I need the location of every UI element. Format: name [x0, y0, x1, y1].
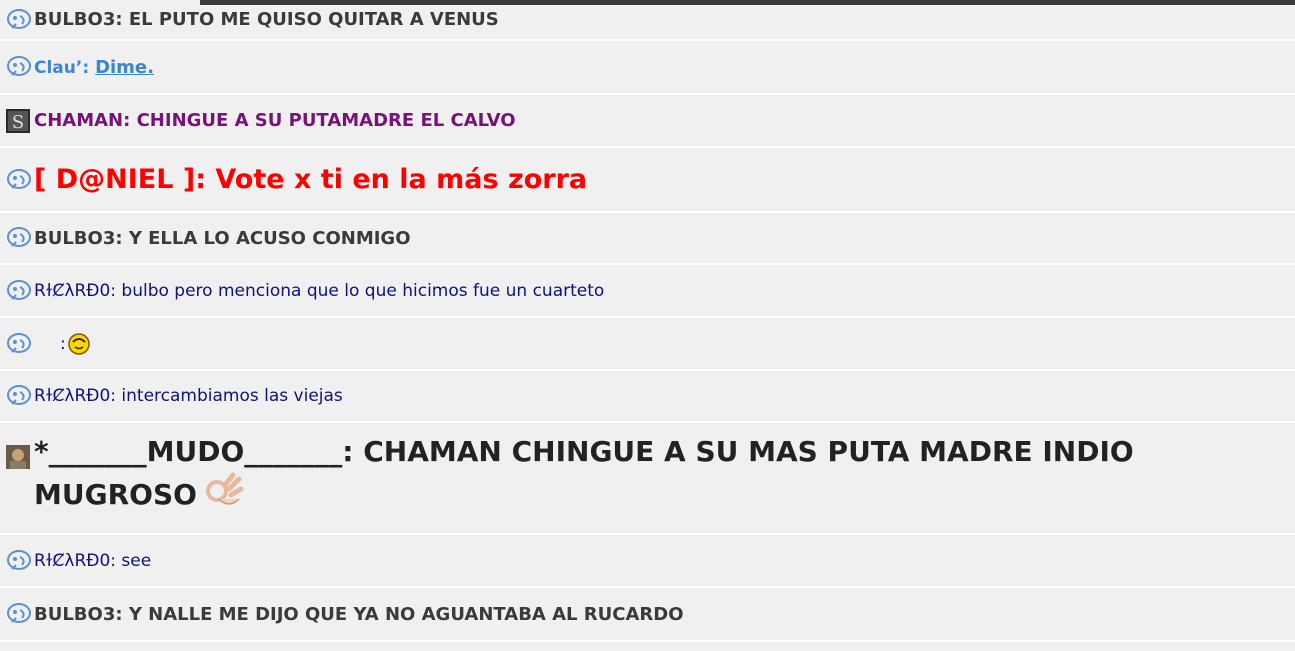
- message-text: RɫȻλRĐ0: intercambiamos las viejas: [34, 386, 343, 406]
- message-body: EL PUTO ME QUISO QUITAR A VENUS: [128, 9, 499, 30]
- message-body: see: [121, 550, 152, 571]
- message-body: Y NALLE ME DIJO QUE YA NO AGUANTABA AL R…: [128, 603, 684, 625]
- message-text: [ D@NIEL ]: Vote x ti en la más zorra: [34, 164, 588, 195]
- chat-message: :: [0, 318, 1295, 371]
- message-body: CHAMAN CHINGUE A SU MAS PUTA MADRE INDIO: [363, 435, 1134, 468]
- message-author: [ D@NIEL ]: [34, 164, 196, 195]
- chat-message: RɫȻλRĐ0: intercambiamos las viejas: [0, 371, 1295, 423]
- chat-message: RɫȻλRĐ0: bulbo pero menciona que lo que …: [0, 265, 1295, 318]
- message-body: Vote x ti en la más zorra: [215, 164, 588, 195]
- message-author: BULBO3: [34, 9, 116, 30]
- message-body: bulbo pero menciona que lo que hicimos f…: [121, 280, 605, 301]
- message-text: BULBO3: EL PUTO ME QUISO QUITAR A VENUS: [34, 9, 499, 30]
- chat-message: BULBO3: Y NALLE ME DIJO QUE YA NO AGUANT…: [0, 588, 1295, 642]
- chat-log: BULBO3: EL PUTO ME QUISO QUITAR A VENUS …: [0, 0, 1295, 642]
- msn-bird-icon: [6, 55, 34, 79]
- chat-message: *_______MUDO_______: CHAMAN CHINGUE A SU…: [0, 423, 1295, 535]
- message-text: *_______MUDO_______: CHAMAN CHINGUE A SU…: [34, 423, 1274, 521]
- message-author: RɫȻλRĐ0: [34, 550, 111, 571]
- msn-bird-icon: [6, 226, 34, 250]
- ok-hand-icon: [201, 471, 247, 521]
- avatar-image-icon: S: [6, 108, 34, 133]
- smiley-emoticon-icon: [67, 332, 90, 355]
- avatar-image-icon: [6, 423, 34, 469]
- chat-message: [ D@NIEL ]: Vote x ti en la más zorra: [0, 148, 1295, 213]
- message-author: Clau’: [34, 57, 83, 78]
- message-body-continued: MUGROSO: [34, 478, 197, 511]
- message-author: *_______MUDO_______: [34, 435, 343, 468]
- msn-bird-icon: [6, 8, 34, 32]
- message-author: RɫȻλRĐ0: [34, 280, 111, 301]
- chat-message: BULBO3: EL PUTO ME QUISO QUITAR A VENUS: [0, 0, 1295, 41]
- message-text: RɫȻλRĐ0: see: [34, 550, 152, 571]
- message-author: BULBO3: [34, 227, 116, 249]
- message-body: Y ELLA LO ACUSO CONMIGO: [128, 227, 411, 249]
- msn-bird-icon: [6, 384, 34, 408]
- message-text: Clau’: Dime.: [34, 56, 154, 78]
- message-body: Dime.: [95, 56, 154, 78]
- message-body: CHINGUE A SU PUTAMADRE EL CALVO: [136, 110, 516, 131]
- message-text: CHAMAN: CHINGUE A SU PUTAMADRE EL CALVO: [34, 110, 516, 131]
- msn-bird-icon: [6, 168, 34, 192]
- svg-text:S: S: [12, 112, 24, 133]
- chat-message: RɫȻλRĐ0: see: [0, 535, 1295, 588]
- message-text: BULBO3: Y ELLA LO ACUSO CONMIGO: [34, 227, 411, 249]
- chat-message: Clau’: Dime.: [0, 41, 1295, 95]
- message-text: :: [60, 333, 66, 354]
- msn-bird-icon: [6, 549, 34, 573]
- msn-bird-icon: [6, 602, 34, 626]
- message-author: RɫȻλRĐ0: [34, 386, 111, 406]
- chat-message: BULBO3: Y ELLA LO ACUSO CONMIGO: [0, 213, 1295, 265]
- msn-bird-icon: [6, 332, 34, 356]
- message-author: CHAMAN: [34, 110, 124, 131]
- message-text: BULBO3: Y NALLE ME DIJO QUE YA NO AGUANT…: [34, 603, 684, 625]
- msn-bird-icon: [6, 279, 34, 303]
- chat-message: S CHAMAN: CHINGUE A SU PUTAMADRE EL CALV…: [0, 95, 1295, 148]
- message-text: RɫȻλRĐ0: bulbo pero menciona que lo que …: [34, 280, 605, 301]
- message-body: intercambiamos las viejas: [121, 386, 343, 406]
- message-author: BULBO3: [34, 603, 116, 625]
